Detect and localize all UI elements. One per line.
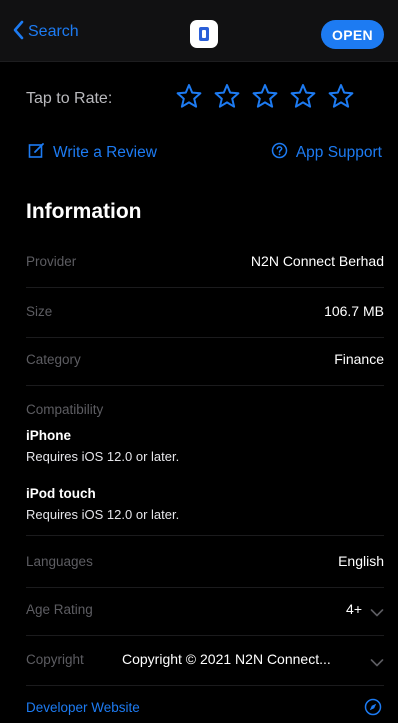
compose-icon [28, 142, 45, 164]
star-icon-4[interactable] [290, 83, 316, 109]
star-icon-2[interactable] [214, 83, 240, 109]
star-icon-3[interactable] [252, 83, 278, 109]
languages-row: Languages English [26, 540, 384, 588]
developer-website-link[interactable]: Developer Website [26, 700, 140, 715]
provider-label: Provider [26, 254, 77, 269]
category-label: Category [26, 352, 81, 367]
developer-website-row[interactable]: Developer Website [26, 690, 384, 723]
compass-icon [364, 698, 382, 716]
copyright-row[interactable]: Copyright Copyright © 2021 N2N Connect..… [26, 638, 384, 686]
age-rating-row[interactable]: Age Rating 4+ [26, 588, 384, 636]
chevron-down-icon [370, 605, 384, 617]
rate-label: Tap to Rate: [26, 90, 113, 107]
nav-bar: Search OPEN [0, 0, 398, 62]
star-icon-1[interactable] [176, 83, 202, 109]
app-store-screen: Search OPEN Tap to Rate: Write a Review … [0, 0, 398, 723]
app-icon [190, 20, 218, 48]
languages-value: English [338, 553, 384, 569]
action-row: Write a Review App Support [0, 134, 398, 174]
information-title: Information [26, 200, 142, 223]
write-review-button[interactable]: Write a Review [28, 142, 157, 164]
device-name: iPhone [26, 428, 72, 443]
device-requirement: Requires iOS 12.0 or later. [26, 449, 180, 464]
chevron-down-icon [370, 655, 384, 667]
category-row: Category Finance [26, 338, 384, 386]
age-rating-label: Age Rating [26, 602, 93, 617]
copyright-value: Copyright © 2021 N2N Connect... [122, 651, 331, 667]
compatibility-label: Compatibility [26, 402, 104, 417]
category-value: Finance [334, 351, 384, 367]
size-value: 106.7 MB [324, 303, 384, 319]
app-support-button[interactable]: App Support [271, 142, 382, 164]
size-label: Size [26, 304, 53, 319]
compatibility-section: Compatibility iPhone Requires iOS 12.0 o… [26, 390, 384, 536]
star-icon-5[interactable] [328, 83, 354, 109]
provider-row: Provider N2N Connect Berhad [26, 240, 384, 288]
device-requirement: Requires iOS 12.0 or later. [26, 507, 180, 522]
languages-label: Languages [26, 554, 93, 569]
back-button[interactable]: Search [12, 19, 79, 45]
star-rating [176, 83, 354, 109]
size-row: Size 106.7 MB [26, 290, 384, 338]
provider-value: N2N Connect Berhad [250, 253, 384, 269]
age-rating-value: 4+ [346, 601, 362, 617]
app-support-label: App Support [295, 144, 382, 161]
write-review-label: Write a Review [53, 144, 157, 161]
chevron-left-icon [12, 20, 24, 45]
copyright-label: Copyright [26, 652, 84, 667]
rate-row: Tap to Rate: [0, 62, 398, 134]
open-button[interactable]: OPEN [321, 20, 384, 49]
back-label: Search [28, 23, 79, 40]
device-name: iPod touch [26, 486, 96, 501]
question-circle-icon [271, 142, 288, 164]
